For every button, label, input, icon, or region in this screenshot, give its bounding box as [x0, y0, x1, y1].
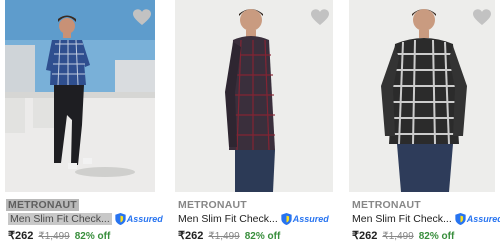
- product-brand: METRONAUT: [352, 199, 421, 211]
- assured-shield-icon: [115, 212, 126, 225]
- product-brand: METRONAUT: [178, 199, 247, 211]
- product-card[interactable]: METRONAUT Men Slim Fit Check... Assured …: [5, 0, 163, 242]
- selling-price: ₹262: [352, 230, 378, 242]
- discount-label: 82% off: [74, 231, 111, 242]
- wishlist-heart-icon[interactable]: [311, 9, 329, 26]
- discount-label: 82% off: [418, 231, 455, 242]
- original-price: ₹1,499: [38, 231, 70, 242]
- assured-shield-icon: [281, 212, 292, 225]
- product-title[interactable]: Men Slim Fit Check...: [178, 213, 278, 225]
- product-card[interactable]: METRONAUT Men Slim Fit Check... Assured …: [175, 0, 333, 242]
- assured-label: Assured: [292, 213, 329, 224]
- assured-badge: Assured: [281, 212, 329, 225]
- assured-label: Assured: [126, 213, 163, 224]
- assured-badge: Assured: [455, 212, 500, 225]
- selling-price: ₹262: [178, 230, 204, 242]
- original-price: ₹1,499: [208, 231, 240, 242]
- wishlist-heart-icon[interactable]: [473, 9, 491, 26]
- product-brand: METRONAUT: [6, 199, 79, 211]
- assured-badge: Assured: [115, 212, 163, 225]
- product-card[interactable]: METRONAUT Men Slim Fit Check... Assured …: [349, 0, 500, 242]
- product-title[interactable]: Men Slim Fit Check...: [352, 213, 452, 225]
- assured-shield-icon: [455, 212, 466, 225]
- selling-price: ₹262: [8, 230, 34, 242]
- product-image[interactable]: [349, 0, 495, 192]
- original-price: ₹1,499: [382, 231, 414, 242]
- product-title[interactable]: Men Slim Fit Check...: [8, 212, 112, 225]
- assured-label: Assured: [466, 213, 500, 224]
- wishlist-heart-icon[interactable]: [133, 9, 151, 26]
- discount-label: 82% off: [244, 231, 281, 242]
- product-image[interactable]: [175, 0, 333, 192]
- product-image[interactable]: [5, 0, 155, 192]
